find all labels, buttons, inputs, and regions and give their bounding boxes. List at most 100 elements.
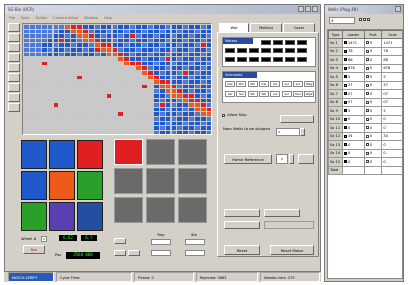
plate-well[interactable] bbox=[165, 52, 171, 57]
plate-well[interactable] bbox=[183, 117, 189, 121]
plate-well[interactable] bbox=[29, 43, 35, 47]
plate-well[interactable] bbox=[83, 34, 88, 38]
plate-well[interactable] bbox=[153, 48, 159, 52]
plate-well[interactable] bbox=[47, 98, 53, 103]
plate-well[interactable] bbox=[165, 94, 171, 98]
plate-well[interactable] bbox=[88, 107, 94, 112]
plate-well[interactable] bbox=[201, 112, 206, 116]
plate-well[interactable] bbox=[35, 98, 41, 103]
preview-tile-7[interactable] bbox=[114, 197, 143, 223]
plate-well[interactable] bbox=[201, 29, 206, 34]
well-checkbox[interactable] bbox=[365, 151, 369, 155]
plate-well[interactable] bbox=[130, 34, 136, 38]
plate-well[interactable] bbox=[147, 94, 153, 98]
plate-well[interactable] bbox=[71, 130, 77, 134]
plate-well[interactable] bbox=[130, 80, 136, 84]
plate-well[interactable] bbox=[112, 130, 118, 134]
plate-well[interactable] bbox=[124, 98, 130, 103]
plate-well[interactable] bbox=[77, 80, 82, 84]
plate-well[interactable] bbox=[177, 112, 183, 116]
plate-well[interactable] bbox=[118, 98, 124, 103]
solenoid-button-1-5[interactable]: sol bbox=[270, 81, 281, 87]
well-checkbox[interactable] bbox=[365, 75, 369, 79]
allow-skip-row[interactable]: Allow Skip bbox=[222, 111, 282, 119]
plate-well[interactable] bbox=[130, 25, 136, 29]
plate-well[interactable] bbox=[106, 71, 112, 75]
plate-well[interactable] bbox=[41, 75, 47, 80]
plate-well[interactable] bbox=[53, 29, 59, 34]
plate-well[interactable] bbox=[65, 89, 71, 93]
plate-well[interactable] bbox=[195, 84, 200, 89]
plate-well[interactable] bbox=[59, 38, 65, 43]
wells-skip-input[interactable]: 3 bbox=[276, 128, 300, 136]
plate-well[interactable] bbox=[88, 71, 94, 75]
plate-well[interactable] bbox=[159, 103, 165, 107]
plate-well[interactable] bbox=[136, 48, 141, 52]
wells-table-row[interactable]: Sa 4 676 0 676 bbox=[328, 63, 402, 73]
plate-well[interactable] bbox=[142, 29, 147, 34]
plate-well[interactable] bbox=[165, 66, 171, 70]
plate-well[interactable] bbox=[53, 48, 59, 52]
plate-well[interactable] bbox=[189, 130, 195, 134]
plate-well[interactable] bbox=[100, 103, 106, 107]
plate-well[interactable] bbox=[124, 121, 130, 126]
plate-well[interactable] bbox=[106, 84, 112, 89]
plate-well[interactable] bbox=[201, 117, 206, 121]
plate-well[interactable] bbox=[71, 112, 77, 116]
plate-well[interactable] bbox=[206, 117, 211, 121]
plate-well[interactable] bbox=[177, 48, 183, 52]
plate-well[interactable] bbox=[35, 57, 41, 61]
plate-well[interactable] bbox=[35, 61, 41, 66]
plate-well[interactable] bbox=[53, 117, 59, 121]
plate-well[interactable] bbox=[183, 61, 189, 66]
plate-well[interactable] bbox=[195, 94, 200, 98]
plate-well[interactable] bbox=[195, 57, 200, 61]
plate-well[interactable] bbox=[71, 75, 77, 80]
plate-well[interactable] bbox=[189, 126, 195, 130]
plate-well[interactable] bbox=[83, 57, 88, 61]
plate-well[interactable] bbox=[24, 107, 29, 112]
plate-well[interactable] bbox=[59, 71, 65, 75]
plate-well[interactable] bbox=[118, 71, 124, 75]
plate-well[interactable] bbox=[189, 89, 195, 93]
plate-well[interactable] bbox=[142, 126, 147, 130]
plate-well[interactable] bbox=[206, 29, 211, 34]
plate-well[interactable] bbox=[147, 98, 153, 103]
plate-well[interactable] bbox=[130, 98, 136, 103]
plate-well[interactable] bbox=[130, 38, 136, 43]
plate-well[interactable] bbox=[165, 80, 171, 84]
plate-well[interactable] bbox=[153, 52, 159, 57]
plate-well[interactable] bbox=[77, 25, 82, 29]
plate-well[interactable] bbox=[106, 107, 112, 112]
plate-well[interactable] bbox=[41, 98, 47, 103]
plate-well[interactable] bbox=[130, 84, 136, 89]
plate-well[interactable] bbox=[94, 80, 100, 84]
plate-well[interactable] bbox=[100, 66, 106, 70]
motor-button-18[interactable] bbox=[297, 57, 307, 62]
tool-button-4[interactable] bbox=[8, 53, 20, 62]
plate-well[interactable] bbox=[124, 29, 130, 34]
plate-well[interactable] bbox=[147, 57, 153, 61]
plate-well[interactable] bbox=[112, 94, 118, 98]
plate-well[interactable] bbox=[195, 38, 200, 43]
plate-well[interactable] bbox=[53, 103, 59, 107]
plate-well[interactable] bbox=[147, 107, 153, 112]
tile-orange[interactable] bbox=[49, 171, 75, 200]
plate-well[interactable] bbox=[130, 75, 136, 80]
plate-well[interactable] bbox=[71, 48, 77, 52]
wells-combo[interactable]: 4 bbox=[329, 17, 355, 24]
plate-well[interactable] bbox=[35, 117, 41, 121]
plate-well[interactable] bbox=[41, 130, 47, 134]
plate-well[interactable] bbox=[112, 38, 118, 43]
plate-well[interactable] bbox=[189, 34, 195, 38]
motor-button-12[interactable] bbox=[225, 57, 235, 62]
plate-well[interactable] bbox=[106, 75, 112, 80]
plate-well[interactable] bbox=[153, 75, 159, 80]
plate-well[interactable] bbox=[59, 117, 65, 121]
disabled-button-1[interactable] bbox=[224, 209, 260, 217]
wells-table-row[interactable]: Sa 3 88 0 88 bbox=[328, 55, 402, 65]
plate-well[interactable] bbox=[24, 52, 29, 57]
plate-well[interactable] bbox=[100, 48, 106, 52]
plate-well[interactable] bbox=[118, 61, 124, 66]
ste-input-1[interactable] bbox=[185, 239, 205, 245]
